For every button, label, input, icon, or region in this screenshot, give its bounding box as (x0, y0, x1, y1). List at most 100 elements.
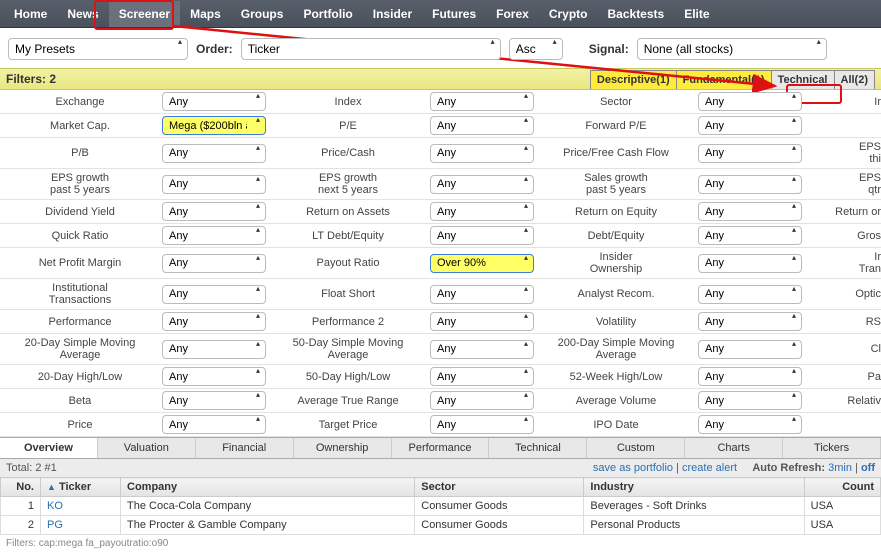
filter-select[interactable]: Any (698, 144, 802, 163)
filter-select[interactable]: Any (162, 144, 266, 163)
create-alert-link[interactable]: create alert (682, 462, 737, 474)
filter-cell: Any (696, 389, 804, 413)
signal-label: Signal: (589, 42, 629, 56)
filter-select[interactable]: Any (698, 92, 802, 111)
view-tab-valuation[interactable]: Valuation (98, 438, 196, 458)
view-tab-ownership[interactable]: Ownership (294, 438, 392, 458)
filter-select[interactable]: Over 90% (430, 254, 534, 273)
filter-select[interactable]: Any (698, 340, 802, 359)
nav-home[interactable]: Home (4, 1, 57, 27)
filter-select[interactable]: Any (698, 116, 802, 135)
nav-crypto[interactable]: Crypto (539, 1, 598, 27)
filter-select[interactable]: Any (430, 175, 534, 194)
view-tab-tickers[interactable]: Tickers (783, 438, 881, 458)
filter-select[interactable]: Any (698, 312, 802, 331)
filter-select[interactable]: Any (162, 285, 266, 304)
col-company[interactable]: Company (121, 478, 415, 497)
filter-label: 52-Week High/Low (536, 365, 696, 389)
filter-label: InsiderOwnership (536, 248, 696, 279)
nav-forex[interactable]: Forex (486, 1, 539, 27)
filter-label: InstitutionalTransactions (0, 279, 160, 310)
filter-cell: Any (160, 334, 268, 365)
cell-country: USA (804, 497, 880, 516)
nav-groups[interactable]: Groups (231, 1, 294, 27)
filter-select[interactable]: Any (430, 226, 534, 245)
filter-select[interactable]: Any (430, 92, 534, 111)
col-industry[interactable]: Industry (584, 478, 804, 497)
nav-portfolio[interactable]: Portfolio (293, 1, 362, 27)
filter-select[interactable]: Any (430, 144, 534, 163)
filter-label-cut: Relativ (804, 389, 881, 413)
view-tab-performance[interactable]: Performance (392, 438, 490, 458)
nav-elite[interactable]: Elite (674, 1, 719, 27)
tab-fundamental[interactable]: Fundamental(1) (676, 70, 772, 89)
col-sector[interactable]: Sector (415, 478, 584, 497)
col-no[interactable]: No. (1, 478, 41, 497)
filter-label-cut: EPSqtr (804, 169, 881, 200)
col-ticker[interactable]: ▲ Ticker (41, 478, 121, 497)
filter-select[interactable]: Any (430, 340, 534, 359)
save-portfolio-link[interactable]: save as portfolio (593, 462, 673, 474)
filter-select[interactable]: Any (698, 202, 802, 221)
auto-refresh-off[interactable]: off (861, 462, 875, 474)
filter-select[interactable]: Any (162, 391, 266, 410)
filter-select[interactable]: Any (698, 391, 802, 410)
filter-select[interactable]: Any (162, 92, 266, 111)
order-select[interactable]: Ticker (241, 38, 501, 60)
view-tab-custom[interactable]: Custom (587, 438, 685, 458)
cell-industry: Beverages - Soft Drinks (584, 497, 804, 516)
filter-select[interactable]: Any (162, 202, 266, 221)
filter-select[interactable]: Any (162, 415, 266, 434)
auto-refresh-val[interactable]: 3min (828, 462, 852, 474)
filter-select[interactable]: Any (430, 367, 534, 386)
filter-select[interactable]: Any (698, 175, 802, 194)
nav-backtests[interactable]: Backtests (598, 1, 675, 27)
filter-label: Float Short (268, 279, 428, 310)
filter-label: Payout Ratio (268, 248, 428, 279)
filter-cell: Any (696, 90, 804, 114)
nav-insider[interactable]: Insider (363, 1, 422, 27)
results-table: No.▲ TickerCompanySectorIndustryCount 1K… (0, 477, 881, 535)
presets-select[interactable]: My Presets (8, 38, 188, 60)
filter-select[interactable]: Any (162, 367, 266, 386)
view-tab-technical[interactable]: Technical (489, 438, 587, 458)
tab-descriptive[interactable]: Descriptive(1) (590, 70, 677, 89)
filter-cell: Any (696, 169, 804, 200)
filter-select[interactable]: Any (162, 175, 266, 194)
filter-select[interactable]: Any (698, 367, 802, 386)
filter-select[interactable]: Any (430, 285, 534, 304)
asc-select[interactable]: Asc (509, 38, 563, 60)
col-count[interactable]: Count (804, 478, 880, 497)
signal-select[interactable]: None (all stocks) (637, 38, 827, 60)
filter-select[interactable]: Any (698, 285, 802, 304)
filter-label: 20-Day High/Low (0, 365, 160, 389)
filter-select[interactable]: Any (162, 312, 266, 331)
ticker-link[interactable]: PG (47, 519, 63, 531)
filter-select[interactable]: Any (430, 391, 534, 410)
filter-select[interactable]: Any (698, 254, 802, 273)
filter-label: 50-Day High/Low (268, 365, 428, 389)
nav-futures[interactable]: Futures (422, 1, 486, 27)
filter-select[interactable]: Any (430, 312, 534, 331)
ticker-link[interactable]: KO (47, 500, 63, 512)
filter-select[interactable]: Any (430, 415, 534, 434)
filter-select[interactable]: Any (698, 226, 802, 245)
cell-sector: Consumer Goods (415, 497, 584, 516)
view-tab-charts[interactable]: Charts (685, 438, 783, 458)
filter-select[interactable]: Any (698, 415, 802, 434)
tab-all[interactable]: All(2) (834, 70, 876, 89)
filter-select[interactable]: Any (162, 254, 266, 273)
tab-technical[interactable]: Technical (771, 70, 835, 89)
view-tab-financial[interactable]: Financial (196, 438, 294, 458)
filter-select[interactable]: Any (162, 226, 266, 245)
filter-tabs: Descriptive(1) Fundamental(1) Technical … (591, 70, 875, 89)
filter-select[interactable]: Any (430, 116, 534, 135)
nav-maps[interactable]: Maps (180, 1, 231, 27)
filter-select[interactable]: Mega ($200bln and (162, 116, 266, 135)
filter-label: Price (0, 413, 160, 437)
nav-screener[interactable]: Screener (109, 1, 180, 27)
nav-news[interactable]: News (57, 1, 108, 27)
filter-select[interactable]: Any (162, 340, 266, 359)
filter-select[interactable]: Any (430, 202, 534, 221)
view-tab-overview[interactable]: Overview (0, 438, 98, 458)
